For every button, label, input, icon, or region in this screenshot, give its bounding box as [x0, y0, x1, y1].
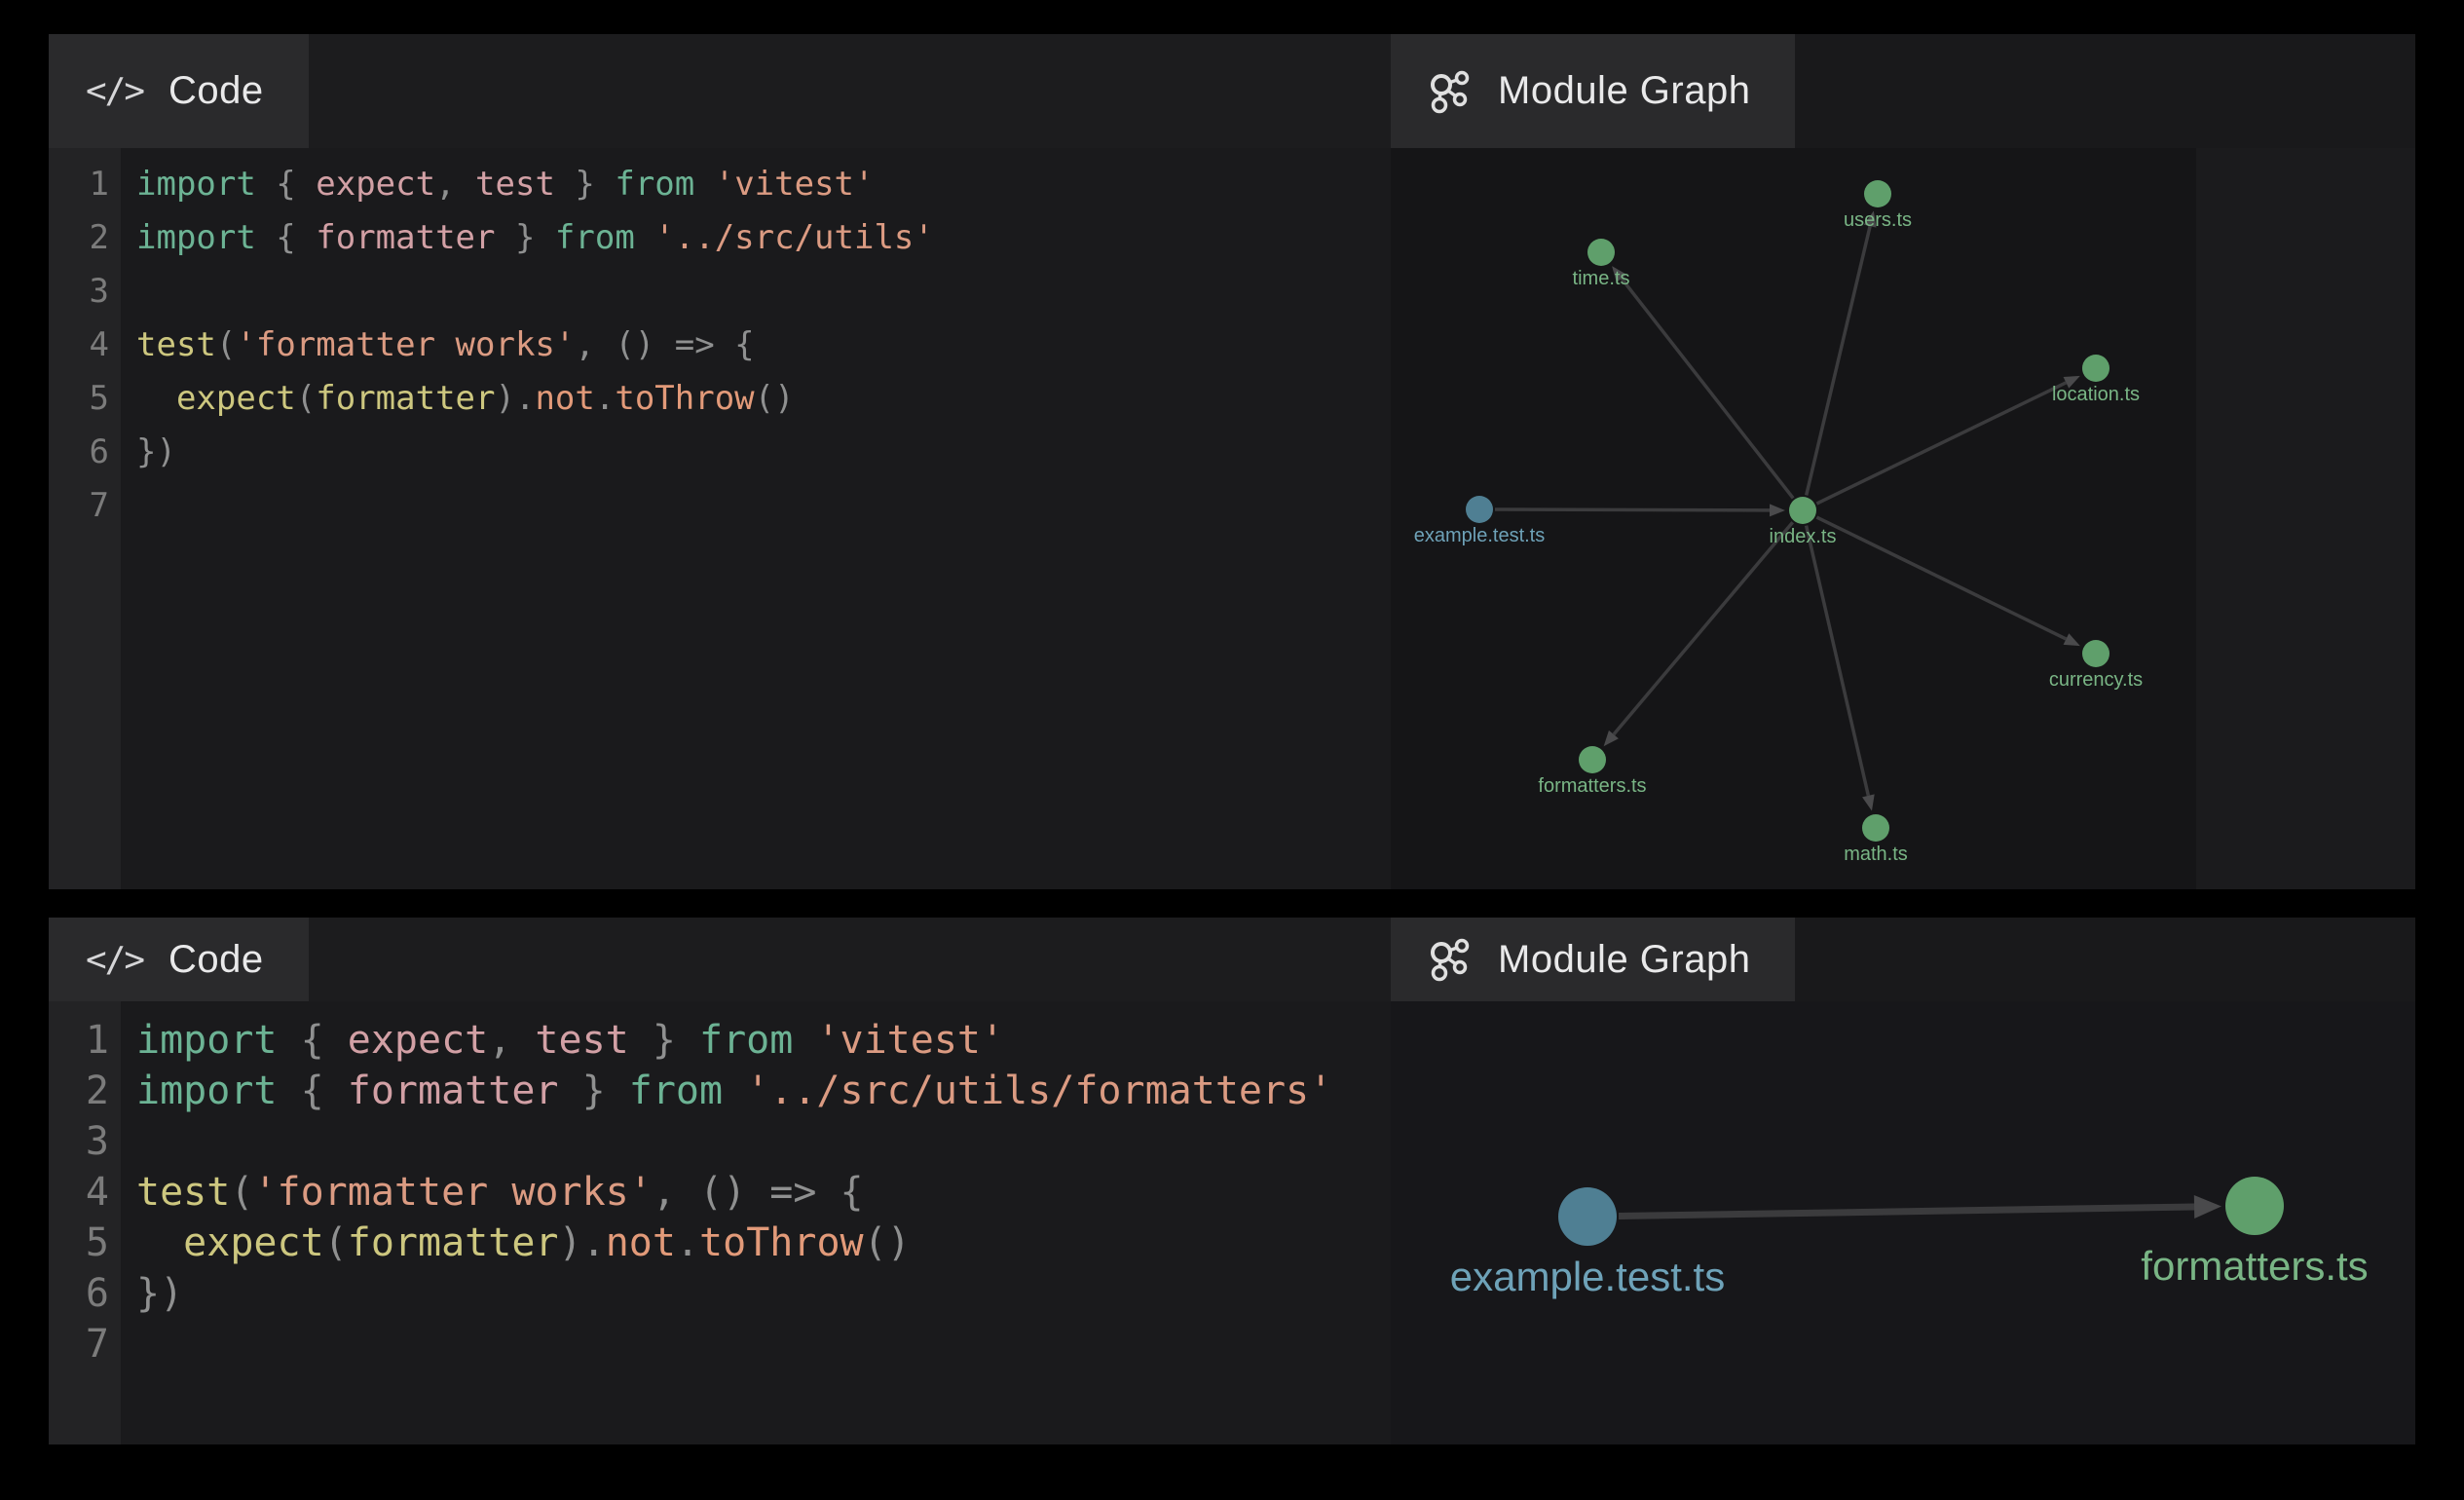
line-number: 2: [49, 1066, 121, 1116]
code-line: 5 expect(formatter).not.toThrow(): [49, 1218, 1391, 1268]
graph-node-example.test.ts[interactable]: [1558, 1187, 1617, 1246]
graph-node-users.ts[interactable]: [1864, 180, 1891, 207]
line-number: 3: [49, 265, 121, 319]
code-line: 6}): [49, 1268, 1391, 1319]
graph-edge: [1807, 526, 1869, 796]
line-number: 6: [49, 1268, 121, 1319]
code-line: 7: [49, 479, 1391, 533]
code-line-text: }): [136, 426, 176, 479]
line-number: 3: [49, 1116, 121, 1167]
graph-edge: [1619, 1207, 2194, 1216]
graph-node-location.ts[interactable]: [2082, 355, 2109, 382]
module-graph-header: Module Graph: [1391, 34, 2415, 148]
code-line: 2 import { formatter } from '../src/utils…: [49, 1066, 1391, 1116]
graph-node-label: example.test.ts: [1450, 1254, 1725, 1299]
line-number: 6: [49, 426, 121, 479]
tab-code[interactable]: </> Code: [49, 918, 309, 1001]
graph-edge-arrow: [2064, 633, 2080, 646]
graph-node-label: location.ts: [2052, 384, 2140, 405]
module-graph-canvas: example.test.ts formatters.ts: [1391, 1001, 2415, 1444]
tab-label: Code: [168, 69, 264, 113]
module-graph-header: Module Graph: [1391, 918, 2415, 1001]
tab-module-graph[interactable]: Module Graph: [1391, 918, 1795, 1001]
app: { "palette": { "keyword": "#6cb394", "id…: [0, 0, 2464, 1500]
tab-label: Module Graph: [1498, 69, 1750, 113]
line-number: 1: [49, 158, 121, 211]
graph-edge-arrow: [1862, 794, 1875, 810]
code-line: 3: [49, 1116, 1391, 1167]
code-line-text: test('formatter works', () => {: [136, 1167, 864, 1218]
code-editor[interactable]: 1 import { expect, test } from 'vitest' 2i…: [49, 1001, 1391, 1444]
graph-node-example.test.ts[interactable]: [1466, 496, 1493, 523]
graph-edge: [1816, 517, 2066, 639]
line-number: 7: [49, 479, 121, 533]
tab-code[interactable]: </> Code: [49, 34, 309, 148]
graph-node-label: users.ts: [1844, 209, 1912, 231]
module-graph-svg: example.test.ts formatters.ts: [1391, 1001, 2415, 1444]
code-line: 1 import { expect, test } from 'vitest': [49, 1015, 1391, 1066]
tab-label: Module Graph: [1498, 938, 1750, 982]
code-editor[interactable]: 1 import { expect, test } from 'vitest' 2i…: [49, 148, 1391, 889]
code-line-text: import { expect, test } from 'vitest': [136, 1015, 1004, 1066]
tab-module-graph[interactable]: Module Graph: [1391, 34, 1795, 148]
code-panel-bottom: </> Code 1 import { expect, test } from '…: [49, 918, 1391, 1444]
graph-edge: [1816, 383, 2066, 504]
code-panel-header: </> Code: [49, 34, 1391, 148]
code-line: 5 expect(formatter).not.toThrow(): [49, 372, 1391, 426]
module-graph-panel-bottom: Module Graph example.test.ts formatters.t…: [1391, 918, 2415, 1444]
code-line: 4 test('formatter works', () => {: [49, 1167, 1391, 1218]
graph-edge-arrow: [2194, 1195, 2221, 1219]
line-number: 5: [49, 372, 121, 426]
line-number: 4: [49, 319, 121, 372]
module-graph-canvas: users.ts time.ts location.ts example.test.t…: [1391, 148, 2196, 889]
code-line-text: }): [136, 1268, 183, 1319]
code-line: 3: [49, 265, 1391, 319]
graph-node-currency.ts[interactable]: [2082, 640, 2109, 667]
code-icon: </>: [86, 71, 143, 111]
code-line: 4 test('formatter works', () => {: [49, 319, 1391, 372]
code-panel-header: </> Code: [49, 918, 1391, 1001]
graph-node-formatters.ts[interactable]: [1579, 746, 1606, 773]
code-line: 1 import { expect, test } from 'vitest': [49, 158, 1391, 211]
graph-node-label: index.ts: [1770, 526, 1837, 547]
graph-edge: [1614, 522, 1793, 734]
code-line-text: expect(formatter).not.toThrow(): [136, 372, 795, 426]
module-graph-icon: [1428, 69, 1473, 114]
graph-node-time.ts[interactable]: [1587, 239, 1615, 266]
graph-node-label: example.test.ts: [1414, 525, 1546, 546]
graph-edge-arrow: [1770, 504, 1785, 516]
module-graph-icon: [1428, 937, 1473, 982]
line-number: 1: [49, 1015, 121, 1066]
code-line: 6}): [49, 426, 1391, 479]
graph-node-label: currency.ts: [2049, 669, 2143, 691]
graph-node-math.ts[interactable]: [1862, 814, 1889, 842]
graph-edge: [1495, 509, 1770, 510]
graph-node-label: formatters.ts: [1538, 775, 1646, 797]
code-line-text: import { expect, test } from 'vitest': [136, 158, 874, 211]
line-number: 4: [49, 1167, 121, 1218]
code-line-text: import { formatter } from '../src/utils/…: [136, 1066, 1332, 1116]
code-icon: </>: [86, 940, 143, 980]
graph-node-label: formatters.ts: [2141, 1243, 2368, 1289]
line-number: 7: [49, 1319, 121, 1369]
graph-node-label: math.ts: [1844, 844, 1908, 865]
code-line-text: expect(formatter).not.toThrow(): [136, 1218, 911, 1268]
tab-label: Code: [168, 938, 264, 982]
code-line-text: test('formatter works', () => {: [136, 319, 755, 372]
code-line: 7: [49, 1319, 1391, 1369]
code-line: 2 import { formatter } from '../src/utils…: [49, 211, 1391, 265]
line-number: 5: [49, 1218, 121, 1268]
module-graph-panel-top: Module Graph users.ts time.ts location.ts e…: [1391, 34, 2415, 889]
graph-node-formatters.ts[interactable]: [2225, 1177, 2284, 1235]
graph-edge: [1622, 279, 1793, 499]
code-panel-top: </> Code 1 import { expect, test } from '…: [49, 34, 1391, 889]
graph-node-index.ts[interactable]: [1789, 497, 1816, 524]
code-line-text: import { formatter } from '../src/utils': [136, 211, 934, 265]
module-graph-svg: users.ts time.ts location.ts example.test.t…: [1391, 148, 2196, 889]
graph-edge: [1807, 226, 1870, 495]
line-number: 2: [49, 211, 121, 265]
graph-node-label: time.ts: [1573, 268, 1630, 289]
